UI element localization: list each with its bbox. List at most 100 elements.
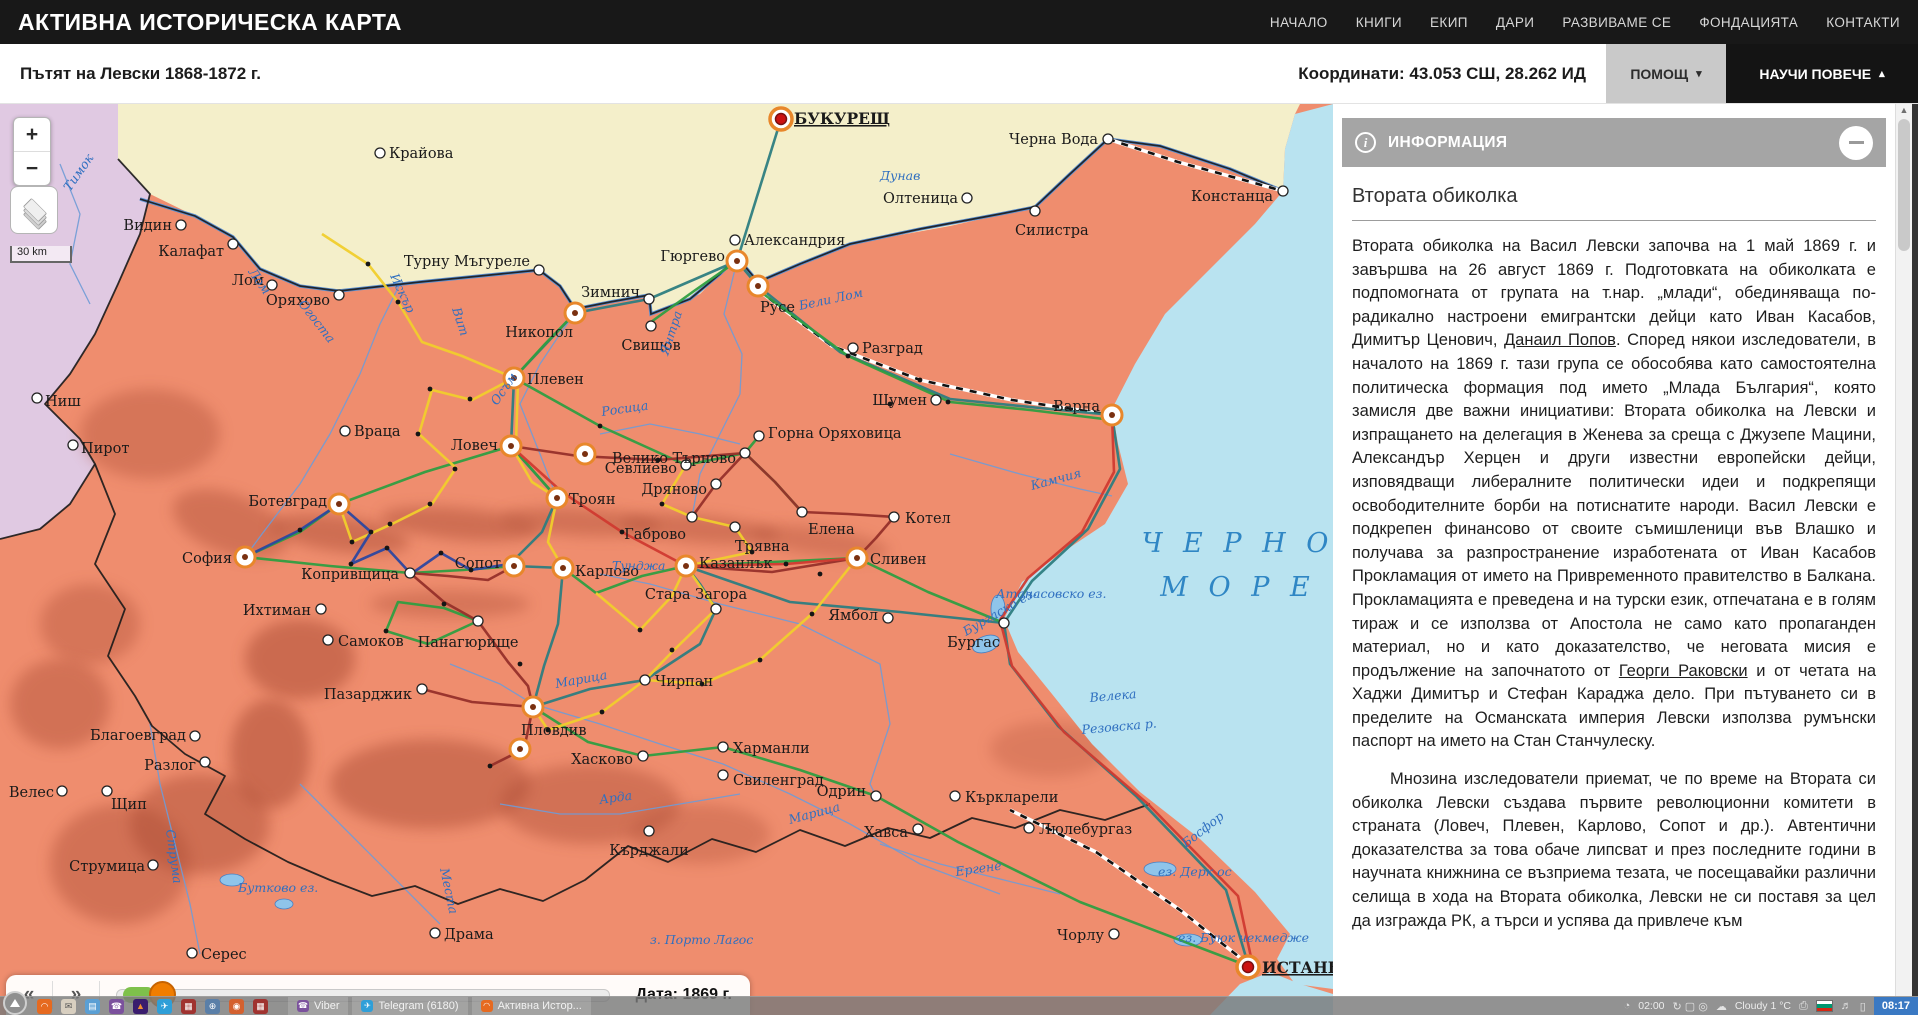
printer-icon[interactable]: ⎙ [1799, 1000, 1808, 1013]
coordinates-readout: Координати: 43.053 СШ, 28.262 ИД [1298, 64, 1586, 84]
town-marker[interactable] [316, 604, 326, 614]
town-marker[interactable] [190, 731, 200, 741]
nav-item[interactable]: РАЗВИВАМЕ СЕ [1562, 15, 1671, 30]
town-marker[interactable] [1024, 823, 1034, 833]
town-marker[interactable] [228, 239, 238, 249]
taskbar-window-firefox[interactable]: ◠Активна Истор... [472, 997, 591, 1015]
town-marker[interactable] [646, 321, 656, 331]
town-marker[interactable] [200, 757, 210, 767]
town-marker[interactable] [883, 613, 893, 623]
layers-button[interactable] [10, 186, 58, 234]
start-menu-button[interactable] [3, 991, 27, 1015]
town-marker[interactable] [718, 770, 728, 780]
historical-map[interactable]: БУКУРЕЩИСТАНБУЛСофияБотевградПлевенНикоп… [0, 104, 1333, 1015]
zoom-in-button[interactable]: + [14, 118, 50, 151]
telegram-icon[interactable]: ✈ [157, 999, 172, 1014]
city-label: Враца [354, 424, 401, 440]
media-icon[interactable]: ◉ [229, 999, 244, 1014]
town-marker[interactable] [730, 235, 740, 245]
town-marker[interactable] [644, 294, 654, 304]
firefox-icon[interactable]: ◠ [481, 1000, 493, 1012]
town-marker[interactable] [102, 786, 112, 796]
nav-item[interactable]: КОНТАКТИ [1826, 15, 1900, 30]
town-marker[interactable] [644, 826, 654, 836]
town-marker[interactable] [1278, 186, 1288, 196]
town-marker[interactable] [848, 343, 858, 353]
firefox-icon[interactable]: ◠ [37, 999, 52, 1014]
town-marker[interactable] [797, 507, 807, 517]
nav-item[interactable]: ФОНДАЦИЯТА [1699, 15, 1798, 30]
town-marker[interactable] [740, 448, 750, 458]
town-marker[interactable] [1103, 134, 1113, 144]
town-marker[interactable] [640, 675, 650, 685]
town-marker[interactable] [871, 791, 881, 801]
globe-icon[interactable]: ⊕ [205, 999, 220, 1014]
table2-icon[interactable]: ▦ [253, 999, 268, 1014]
town-marker[interactable] [913, 824, 923, 834]
table-icon[interactable]: ▦ [181, 999, 196, 1014]
help-button[interactable]: ПОМОЩ ▾ [1606, 44, 1726, 103]
town-marker[interactable] [1109, 929, 1119, 939]
town-marker[interactable] [711, 604, 721, 614]
viber-icon[interactable]: ☎ [109, 999, 124, 1014]
telegram-icon[interactable]: ✈ [361, 1000, 373, 1012]
town-marker[interactable] [68, 440, 78, 450]
town-marker[interactable] [638, 751, 648, 761]
town-marker[interactable] [417, 684, 427, 694]
town-marker[interactable] [323, 635, 333, 645]
scrollbar-thumb[interactable] [1898, 119, 1910, 251]
taskbar-clock[interactable]: 08:17 [1874, 997, 1918, 1015]
town-marker[interactable] [962, 193, 972, 203]
taskbar-window-viber[interactable]: ☎Viber [288, 997, 348, 1015]
city-label: Дряново [641, 482, 707, 498]
town-marker[interactable] [176, 220, 186, 230]
town-marker[interactable] [334, 290, 344, 300]
device-icon[interactable]: ▯ [1860, 1000, 1866, 1013]
nav-item[interactable]: ДАРИ [1496, 15, 1534, 30]
nav-item[interactable]: ЕКИП [1430, 15, 1468, 30]
town-marker[interactable] [730, 522, 740, 532]
town-marker[interactable] [430, 928, 440, 938]
town-marker[interactable] [889, 512, 899, 522]
viber-icon[interactable]: ☎ [297, 1000, 309, 1012]
town-marker[interactable] [340, 426, 350, 436]
weather-readout[interactable]: Cloudy 1 °C [1735, 1000, 1791, 1012]
town-marker[interactable] [950, 791, 960, 801]
map-canvas[interactable]: БУКУРЕЩИСТАНБУЛСофияБотевградПлевенНикоп… [0, 104, 1333, 1015]
nav-item[interactable]: НАЧАЛО [1270, 15, 1328, 30]
nav-item[interactable]: КНИГИ [1356, 15, 1402, 30]
town-marker[interactable] [148, 860, 158, 870]
city-label: Констанца [1191, 189, 1273, 205]
volume-icon[interactable]: ♬ [1841, 1000, 1852, 1012]
town-marker[interactable] [187, 948, 197, 958]
village-dot [366, 262, 371, 267]
page-scrollbar[interactable]: ▲ [1895, 104, 1912, 1015]
zoom-out-button[interactable]: − [14, 151, 50, 185]
town-marker[interactable] [718, 742, 728, 752]
inline-link[interactable]: Данаил Попов [1504, 331, 1616, 349]
town-marker[interactable] [711, 479, 721, 489]
collapse-panel-button[interactable] [1839, 126, 1873, 160]
town-marker[interactable] [534, 265, 544, 275]
files-icon[interactable]: ▤ [85, 999, 100, 1014]
weather-icon: ☁ [1716, 1000, 1727, 1013]
taskbar-window-telegram[interactable]: ✈Telegram (6180) [352, 997, 467, 1015]
town-marker[interactable] [931, 395, 941, 405]
town-marker[interactable] [32, 393, 42, 403]
city-label: Никопол [505, 325, 573, 341]
nightly-icon[interactable]: ▲ [133, 999, 148, 1014]
scroll-up-arrow[interactable]: ▲ [1896, 105, 1912, 115]
town-marker[interactable] [473, 616, 483, 626]
town-marker[interactable] [754, 431, 764, 441]
town-marker[interactable] [405, 568, 415, 578]
keyboard-layout-flag[interactable] [1816, 1000, 1833, 1012]
town-marker[interactable] [1030, 206, 1040, 216]
village-dot [670, 648, 675, 653]
inline-link[interactable]: Георги Раковски [1619, 662, 1748, 680]
learn-more-button[interactable]: НАУЧИ ПОВЕЧЕ ▴ [1726, 44, 1918, 103]
town-marker[interactable] [57, 786, 67, 796]
city-label: Плевен [527, 372, 584, 388]
town-marker[interactable] [375, 148, 385, 158]
mail-icon[interactable]: ✉ [61, 999, 76, 1014]
town-marker[interactable] [687, 512, 697, 522]
